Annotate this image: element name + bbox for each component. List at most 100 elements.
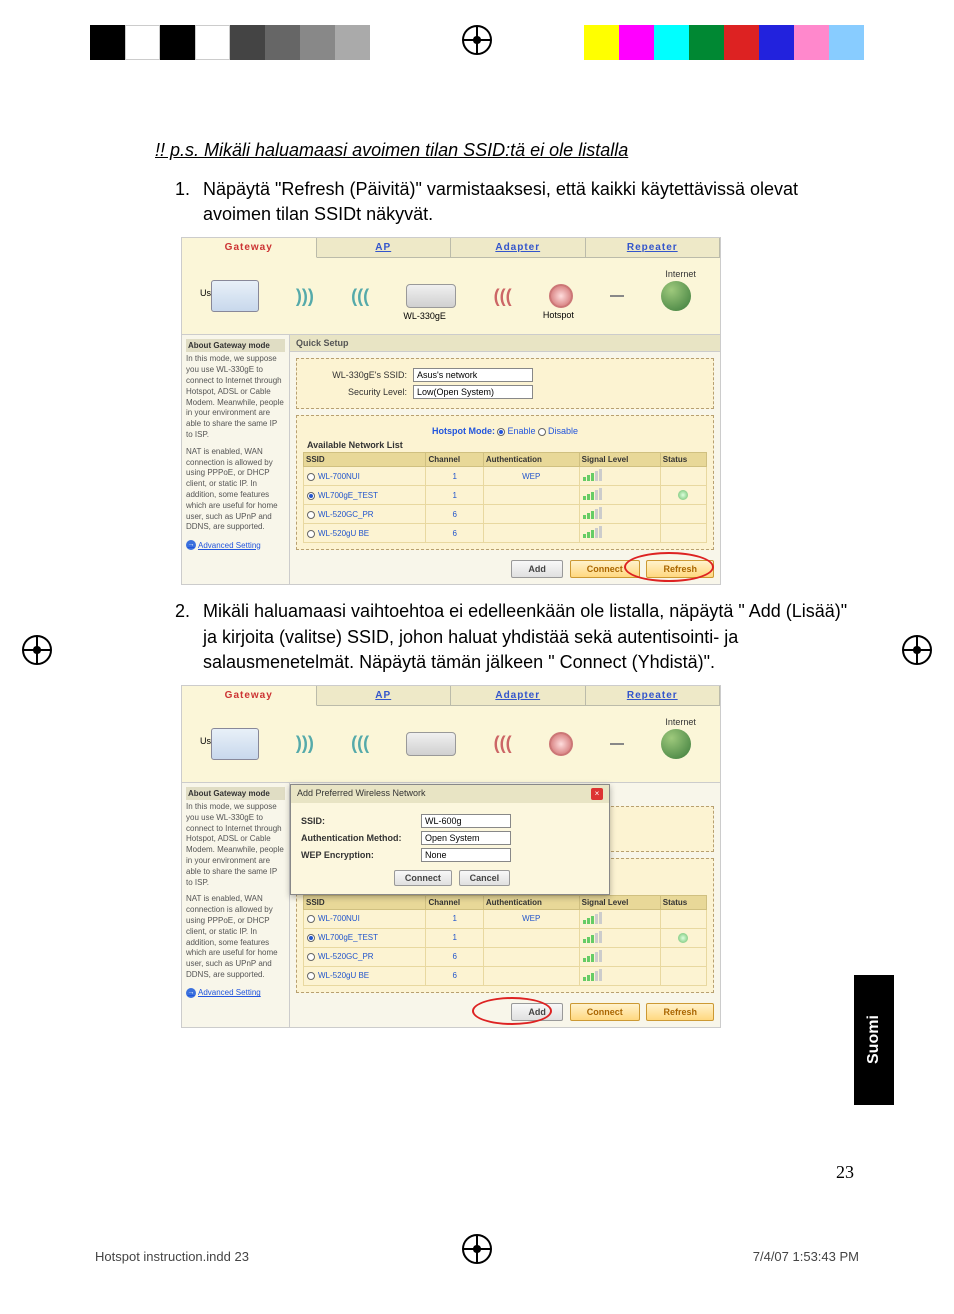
- sidebar-text: NAT is enabled, WAN connection is allowe…: [186, 894, 285, 980]
- dialog-title: Add Preferred Wireless Network: [297, 788, 426, 800]
- advanced-setting-link[interactable]: Advanced Setting: [186, 988, 261, 998]
- registration-mark-icon: [22, 635, 52, 665]
- row-radio[interactable]: [307, 511, 315, 519]
- dialog-connect-button[interactable]: Connect: [394, 870, 452, 886]
- table-row[interactable]: WL-520GC_PR6: [304, 947, 707, 966]
- tab-ap[interactable]: AP: [317, 238, 452, 257]
- sidebar-title: About Gateway mode: [186, 339, 285, 352]
- ps-note: !! p.s. Mikäli haluamaasi avoimen tilan …: [155, 140, 855, 161]
- refresh-button[interactable]: Refresh: [646, 1003, 714, 1021]
- globe-icon: Internet: [661, 729, 691, 759]
- add-network-dialog: Add Preferred Wireless Network × SSID: A…: [290, 784, 610, 895]
- wifi-waves-icon: (((: [494, 733, 512, 754]
- dialog-wep-select[interactable]: [421, 848, 511, 862]
- sidebar-text: In this mode, we suppose you use WL-330g…: [186, 354, 285, 440]
- hotspot-icon: Hotspot: [549, 284, 573, 308]
- radio-disable[interactable]: [538, 428, 546, 436]
- radio-enable[interactable]: [497, 428, 505, 436]
- registration-mark-icon: [902, 635, 932, 665]
- connect-button[interactable]: Connect: [570, 1003, 640, 1021]
- tab-repeater[interactable]: Repeater: [586, 238, 721, 257]
- refresh-button[interactable]: Refresh: [646, 560, 714, 578]
- row-radio[interactable]: [307, 473, 315, 481]
- advanced-setting-link[interactable]: Advanced Setting: [186, 540, 261, 550]
- row-radio[interactable]: [307, 972, 315, 980]
- topology-illustration: User ))) ((( WL-330gE ((( Hotspot Intern…: [182, 258, 720, 334]
- row-radio[interactable]: [307, 934, 315, 942]
- security-select[interactable]: [413, 385, 533, 399]
- connect-button[interactable]: Connect: [570, 560, 640, 578]
- footer-filename: Hotspot instruction.indd 23: [95, 1249, 249, 1264]
- wifi-waves-icon: ))): [296, 286, 314, 307]
- tab-gateway[interactable]: Gateway: [182, 238, 317, 258]
- registration-mark-icon: [462, 25, 492, 55]
- dialog-ssid-input[interactable]: [421, 814, 511, 828]
- table-row[interactable]: WL-700NUI1WEP: [304, 467, 707, 486]
- sidebar-text: NAT is enabled, WAN connection is allowe…: [186, 447, 285, 533]
- print-footer: Hotspot instruction.indd 23 7/4/07 1:53:…: [95, 1249, 859, 1264]
- sidebar-title: About Gateway mode: [186, 787, 285, 800]
- tab-gateway[interactable]: Gateway: [182, 686, 317, 706]
- table-row[interactable]: WL-520gU BE6: [304, 524, 707, 543]
- router-icon: WL-330gE: [406, 284, 456, 308]
- wifi-waves-icon: (((: [351, 286, 369, 307]
- step-num: 1.: [175, 177, 203, 227]
- dialog-cancel-button[interactable]: Cancel: [459, 870, 511, 886]
- table-row[interactable]: WL700gE_TEST1: [304, 486, 707, 505]
- close-icon[interactable]: ×: [591, 788, 603, 800]
- security-field-label: Security Level:: [303, 387, 413, 397]
- status-ok-icon: [678, 933, 688, 943]
- available-network-title: Available Network List: [307, 440, 707, 450]
- row-radio[interactable]: [307, 492, 315, 500]
- status-ok-icon: [678, 490, 688, 500]
- button-row: Add Connect Refresh: [290, 556, 720, 584]
- step-text: Näpäytä "Refresh (Päivitä)" varmistaakse…: [203, 177, 855, 227]
- quick-setup-title: Quick Setup: [290, 335, 720, 352]
- wifi-waves-icon: (((: [494, 286, 512, 307]
- table-row[interactable]: WL-520gU BE6: [304, 966, 707, 985]
- dialog-wep-label: WEP Encryption:: [301, 850, 421, 860]
- add-button[interactable]: Add: [511, 560, 563, 578]
- globe-icon: Internet: [661, 281, 691, 311]
- laptop-icon: [211, 728, 259, 760]
- button-row: Add Connect Refresh: [290, 999, 720, 1027]
- signal-bars-icon: [583, 507, 602, 519]
- signal-bars-icon: [583, 526, 602, 538]
- signal-bars-icon: [583, 950, 602, 962]
- row-radio[interactable]: [307, 915, 315, 923]
- router-config-screenshot-1: Gateway AP Adapter Repeater User ))) (((…: [181, 237, 721, 585]
- signal-bars-icon: [583, 912, 602, 924]
- add-button[interactable]: Add: [511, 1003, 563, 1021]
- signal-bars-icon: [583, 931, 602, 943]
- sidebar-text: In this mode, we suppose you use WL-330g…: [186, 802, 285, 888]
- step-2: 2. Mikäli haluamaasi vaihtoehtoa ei edel…: [175, 599, 855, 675]
- tab-adapter[interactable]: Adapter: [451, 238, 586, 257]
- network-table: SSID Channel Authentication Signal Level…: [303, 895, 707, 986]
- laptop-icon: [211, 280, 259, 312]
- step-num: 2.: [175, 599, 203, 675]
- wifi-waves-icon: ))): [296, 733, 314, 754]
- row-radio[interactable]: [307, 953, 315, 961]
- hotspot-mode-row: Hotspot Mode: Enable Disable: [303, 426, 707, 436]
- ssid-input[interactable]: [413, 368, 533, 382]
- table-row[interactable]: WL-520GC_PR6: [304, 505, 707, 524]
- page-number: 23: [836, 1162, 854, 1183]
- table-row[interactable]: WL-700NUI1WEP: [304, 909, 707, 928]
- tab-ap[interactable]: AP: [317, 686, 452, 705]
- tab-repeater[interactable]: Repeater: [586, 686, 721, 705]
- dialog-ssid-label: SSID:: [301, 816, 421, 826]
- row-radio[interactable]: [307, 530, 315, 538]
- signal-bars-icon: [583, 469, 602, 481]
- step-1: 1. Näpäytä "Refresh (Päivitä)" varmistaa…: [175, 177, 855, 227]
- tab-adapter[interactable]: Adapter: [451, 686, 586, 705]
- language-tab: Suomi: [854, 975, 894, 1105]
- signal-bars-icon: [583, 969, 602, 981]
- table-row[interactable]: WL700gE_TEST1: [304, 928, 707, 947]
- router-config-screenshot-2: Gateway AP Adapter Repeater User ))) (((…: [181, 685, 721, 1028]
- router-icon: [406, 732, 456, 756]
- topology-illustration: User ))) ((( ((( Internet: [182, 706, 720, 782]
- dialog-auth-select[interactable]: [421, 831, 511, 845]
- step-text: Mikäli haluamaasi vaihtoehtoa ei edellee…: [203, 599, 855, 675]
- sidebar-about: About Gateway mode In this mode, we supp…: [182, 335, 290, 584]
- signal-bars-icon: [583, 488, 602, 500]
